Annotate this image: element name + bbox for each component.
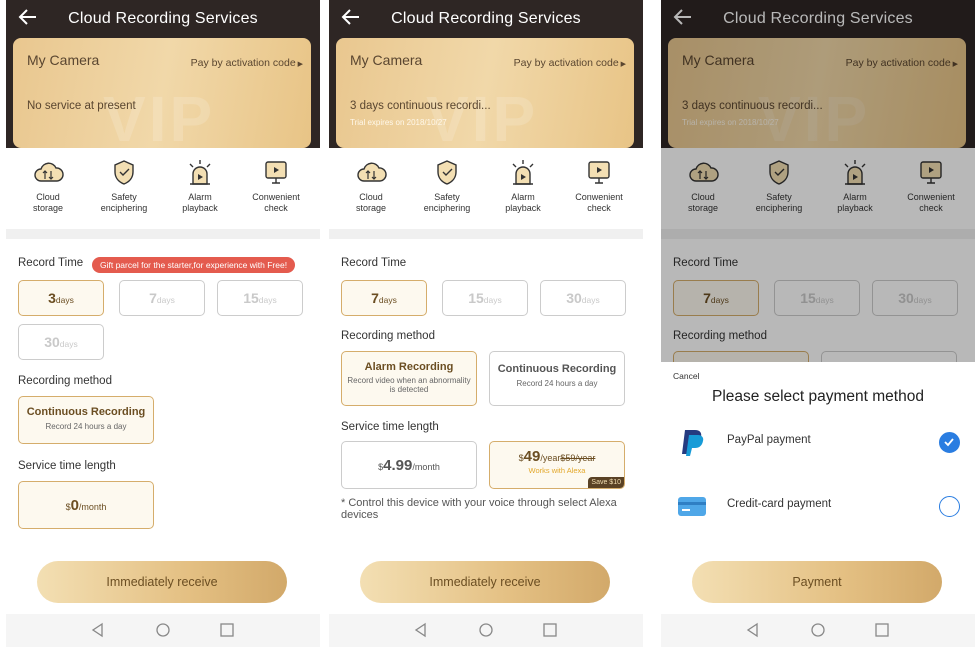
days-option-7[interactable]: 7days [119, 280, 205, 316]
section-service-length: Service time length [18, 460, 116, 472]
section-service-length: Service time length [341, 421, 439, 433]
nav-home-icon[interactable] [155, 622, 171, 638]
payment-button[interactable]: Payment [692, 561, 942, 603]
cancel-button[interactable]: Cancel [673, 371, 699, 381]
monitor-icon [260, 158, 292, 188]
service-card: VIP My Camera Pay by activation code ▶ 3… [336, 38, 634, 148]
service-status: No service at present [27, 100, 136, 112]
immediately-receive-button[interactable]: Immediately receive [360, 561, 610, 603]
section-recording-method: Recording method [18, 375, 112, 387]
alarm-icon [507, 158, 539, 188]
feature-alarm: Alarm playback [485, 158, 561, 214]
nav-home-icon[interactable] [810, 622, 826, 638]
nav-back-icon[interactable] [90, 622, 106, 638]
feature-cloud-storage: Cloud storage [333, 158, 409, 214]
cloud-icon [32, 158, 64, 188]
camera-name: My Camera [27, 52, 100, 68]
feature-check: Conwenient check [561, 158, 637, 214]
section-record-time: Record Time [341, 257, 407, 269]
paypal-icon [676, 426, 708, 458]
payment-option-paypal[interactable]: PayPal payment [661, 422, 975, 462]
days-option-30[interactable]: 30days [540, 280, 626, 316]
nav-back-icon[interactable] [413, 622, 429, 638]
section-record-time: Record Time [18, 257, 84, 269]
price-option-yearly[interactable]: $49/year$59/year Works with Alexa Save $… [489, 441, 625, 489]
old-price: $59/year [560, 453, 596, 463]
shield-icon [108, 158, 140, 188]
nav-recents-icon[interactable] [874, 622, 890, 638]
method-alarm[interactable]: Alarm Recording Record video when an abn… [341, 351, 477, 406]
immediately-receive-button[interactable]: Immediately receive [37, 561, 287, 603]
method-continuous[interactable]: Continuous Recording Record 24 hours a d… [489, 351, 625, 406]
radio-paypal[interactable] [939, 432, 960, 453]
monitor-icon [583, 158, 615, 188]
sheet-title: Please select payment method [712, 388, 924, 405]
days-option-7[interactable]: 7days [341, 280, 427, 316]
save-badge: Save $10 [588, 477, 624, 488]
days-option-15[interactable]: 15days [217, 280, 303, 316]
divider [6, 229, 320, 239]
feature-row: Cloud storage Safety enciphering Alarm play… [6, 158, 320, 230]
feature-safety: Safety enciphering [409, 158, 485, 214]
feature-safety: Safety enciphering [86, 158, 162, 214]
feature-row: Cloud storage Safety enciphering Alarm play… [329, 158, 643, 230]
vip-watermark: VIP [426, 83, 539, 148]
price-option-monthly[interactable]: $4.99/month [341, 441, 477, 489]
android-nav-bar [329, 614, 643, 647]
gift-badge: Gift parcel for the starter,for experien… [92, 257, 296, 273]
nav-recents-icon[interactable] [542, 622, 558, 638]
nav-back-icon[interactable] [745, 622, 761, 638]
section-recording-method: Recording method [341, 330, 435, 342]
alexa-label: Works with Alexa [528, 466, 586, 475]
days-option-15[interactable]: 15days [442, 280, 528, 316]
camera-name: My Camera [350, 52, 423, 68]
cloud-icon [355, 158, 387, 188]
feature-cloud-storage: Cloud storage [10, 158, 86, 214]
payment-option-credit-card[interactable]: Credit-card payment [661, 486, 975, 526]
radio-credit-card[interactable] [939, 496, 960, 517]
shield-icon [431, 158, 463, 188]
divider [329, 229, 643, 239]
service-card: VIP My Camera Pay by activation code ▶ N… [13, 38, 311, 148]
alarm-icon [184, 158, 216, 188]
screen-trial: Cloud Recording Services VIP My Camera P… [329, 0, 643, 647]
screen-payment-sheet: Cloud Recording Services VIP My Camera P… [661, 0, 975, 647]
payment-sheet: Cancel Please select payment method PayP… [661, 362, 975, 647]
service-status: 3 days continuous recordi... [350, 100, 491, 112]
nav-home-icon[interactable] [478, 622, 494, 638]
page-title: Cloud Recording Services [68, 10, 258, 27]
days-option-30[interactable]: 30days [18, 324, 104, 360]
screen-no-service: Cloud Recording Services VIP My Camera P… [6, 0, 320, 647]
vip-watermark: VIP [103, 83, 216, 148]
chevron-right-icon: ▶ [618, 61, 626, 68]
modal-backdrop[interactable] [661, 0, 975, 362]
android-nav-bar [661, 614, 975, 647]
android-nav-bar [6, 614, 320, 647]
chevron-right-icon: ▶ [295, 61, 303, 68]
nav-recents-icon[interactable] [219, 622, 235, 638]
trial-expiry: Trial expires on 2018/10/27 [350, 118, 447, 127]
pay-by-code-link[interactable]: Pay by activation code ▶ [514, 57, 626, 69]
feature-check: Conwenient check [238, 158, 314, 214]
alexa-note: * Control this device with your voice th… [341, 497, 617, 521]
credit-card-icon [676, 490, 708, 522]
pay-by-code-link[interactable]: Pay by activation code ▶ [191, 57, 303, 69]
method-continuous[interactable]: Continuous Recording Record 24 hours a d… [18, 396, 154, 444]
days-option-3[interactable]: 3days [18, 280, 104, 316]
feature-alarm: Alarm playback [162, 158, 238, 214]
page-title: Cloud Recording Services [391, 10, 581, 27]
price-option-free[interactable]: $0/month [18, 481, 154, 529]
